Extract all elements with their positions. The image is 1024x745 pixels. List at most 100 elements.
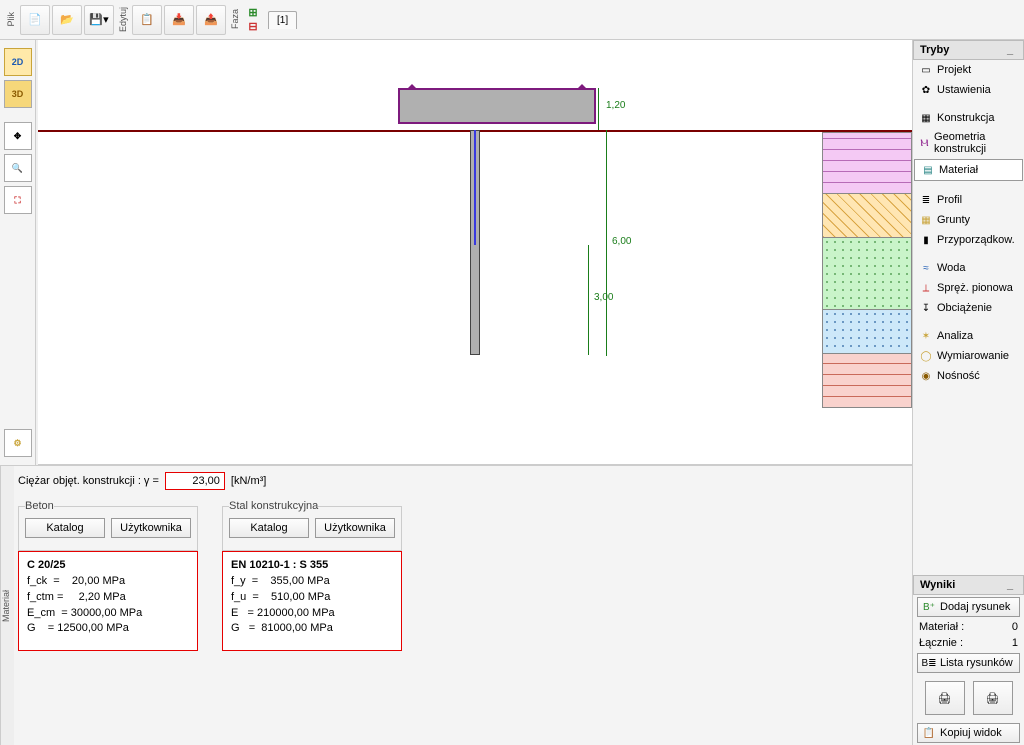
copy-button[interactable]: 📋 [132,5,162,35]
dimension-1: 1,20 [606,100,625,111]
mode-material[interactable]: ▤Materiał [914,159,1023,181]
results-panel: Wyniki _ B⁺Dodaj rysunek Materiał :0 Łąc… [913,575,1024,745]
mode-water[interactable]: ≈ Woda [913,258,1024,278]
mode-geometry[interactable]: ⲘGeometria konstrukcji [913,128,1024,158]
results-total-count: 1 [1012,637,1018,649]
mode-assign[interactable]: ▮ Przyporządkow. [913,230,1024,250]
steel-legend: Stal konstrukcyjna [229,500,318,512]
collapse-modes-button[interactable]: _ [1007,44,1017,56]
mode-spring[interactable]: ⟂Spręż. pionowa [913,278,1024,298]
open-file-button[interactable]: 📂 [52,5,82,35]
soil-layer-5 [822,354,912,408]
modes-header: Tryby _ [913,40,1024,60]
project-icon: ▭ [919,63,933,77]
capacity-icon: ◉ [919,369,933,383]
add-drawing-button[interactable]: B⁺Dodaj rysunek [917,597,1020,617]
concrete-catalog-button[interactable]: Katalog [25,518,105,538]
pile-cap-shape [398,88,596,124]
mode-settings-label: Ustawienia [937,84,991,96]
mode-load[interactable]: ↧Obciążenie [913,298,1024,318]
model-canvas[interactable]: 1,20 6,00 3,00 [38,40,912,465]
concrete-user-button[interactable]: Użytkownika [111,518,191,538]
dim-line-1 [598,88,599,130]
soil-layer-1 [822,132,912,194]
results-header: Wyniki _ [913,575,1024,595]
mode-analysis[interactable]: ✶Analiza [913,326,1024,346]
concrete-values: f_ck = 20,00 MPa f_ctm = 2,20 MPa E_cm =… [27,575,142,635]
soil-strata [822,132,912,408]
mode-profile-label: Profil [937,194,962,206]
mode-assign-label: Przyporządkow. [937,234,1015,246]
assign-icon: ▮ [919,233,933,247]
water-icon: ≈ [919,261,933,275]
save-file-button[interactable]: 💾▾ [84,5,114,35]
material-icon: ▤ [921,163,935,177]
steel-catalog-button[interactable]: Katalog [229,518,309,538]
results-header-label: Wyniki [920,579,955,591]
results-total-row: Łącznie :1 [913,635,1024,651]
steel-user-button[interactable]: Użytkownika [315,518,395,538]
dimensioning-icon: ◯ [919,349,933,363]
file-menu-label: Plik [4,12,18,27]
paste-special-button[interactable]: 📤 [196,5,226,35]
unit-weight-row: Ciężar objęt. konstrukcji : γ = [kN/m³] [18,472,902,490]
settings-gear-button[interactable]: ⚙ [4,429,32,457]
results-material-row: Materiał :0 [913,619,1024,635]
soil-layer-3 [822,238,912,310]
concrete-title: C 20/25 [27,559,66,571]
mode-profile[interactable]: ≣ Profil [913,190,1024,210]
profile-icon: ≣ [919,193,933,207]
drawing-list-label: Lista rysunków [940,657,1013,669]
dimension-3: 3,00 [594,292,613,303]
top-toolbar: Plik 📄 📂 💾▾ Edytuj 📋 📥 📤 Faza ⊞ ⊟ [1] [0,0,1024,40]
results-material-label: Materiał : [919,621,964,633]
edit-menu-label: Edytuj [116,7,130,32]
concrete-legend: Beton [25,500,54,512]
mode-settings[interactable]: ✿ Ustawienia [913,80,1024,100]
zoom-select-button[interactable]: 🔍 [4,154,32,182]
view-3d-button[interactable]: 3D [4,80,32,108]
mode-soils[interactable]: ▦ Grunty [913,210,1024,230]
printer-preview-icon: 🖨 [986,692,1000,705]
print-preview-button[interactable]: 🖨 [973,681,1013,715]
collapse-results-button[interactable]: _ [1007,579,1017,591]
drawing-list-icon: B≣ [922,656,936,670]
mode-project-label: Projekt [937,64,971,76]
phase-menu-label: Faza [228,9,242,29]
mode-capacity-label: Nośność [937,370,980,382]
print-button[interactable]: 🖨 [925,681,965,715]
mode-dimensioning[interactable]: ◯Wymiarowanie [913,346,1024,366]
steel-values: f_y = 355,00 MPa f_u = 510,00 MPa E = 21… [231,575,335,635]
paste-button[interactable]: 📥 [164,5,194,35]
remove-phase-button[interactable]: ⊟ [244,20,262,34]
mode-capacity[interactable]: ◉ Nośność [913,366,1024,386]
add-phase-button[interactable]: ⊞ [244,6,262,20]
dimension-2: 6,00 [612,236,631,247]
zoom-fit-button[interactable]: ⛶ [4,186,32,214]
soil-layer-4 [822,310,912,354]
mode-soils-label: Grunty [937,214,970,226]
pan-tool-button[interactable]: ✥ [4,122,32,150]
mode-construction[interactable]: ▦Konstrukcja [913,108,1024,128]
right-panel: Tryby _ ▭Projekt ✿Ustawienia ▦Konstrukcj… [912,40,1024,745]
mode-water-label: Woda [937,262,966,274]
printer-icon: 🖨 [938,692,952,705]
view-2d-button[interactable]: 2D [4,48,32,76]
soils-icon: ▦ [919,213,933,227]
copy-view-button[interactable]: 📋Kopiuj widok [917,723,1020,743]
add-drawing-icon: B⁺ [922,600,936,614]
gear-icon: ✿ [919,83,933,97]
phase-tab-1[interactable]: [1] [268,11,297,29]
mode-construction-label: Konstrukcja [937,112,994,124]
drawing-list-button[interactable]: B≣ Lista rysunków [917,653,1020,673]
mode-project[interactable]: ▭ Projekt [913,60,1024,80]
load-icon: ↧ [919,301,933,315]
dim-line-2 [606,130,607,356]
copy-view-label: Kopiuj widok [940,727,1002,739]
unit-weight-input[interactable] [165,472,225,490]
analysis-icon: ✶ [919,329,933,343]
concrete-group: Beton Katalog Użytkownika C 20/25 f_ck =… [18,500,198,651]
spring-icon: ⟂ [919,281,933,295]
geometry-icon: Ⲙ [919,136,930,150]
new-file-button[interactable]: 📄 [20,5,50,35]
